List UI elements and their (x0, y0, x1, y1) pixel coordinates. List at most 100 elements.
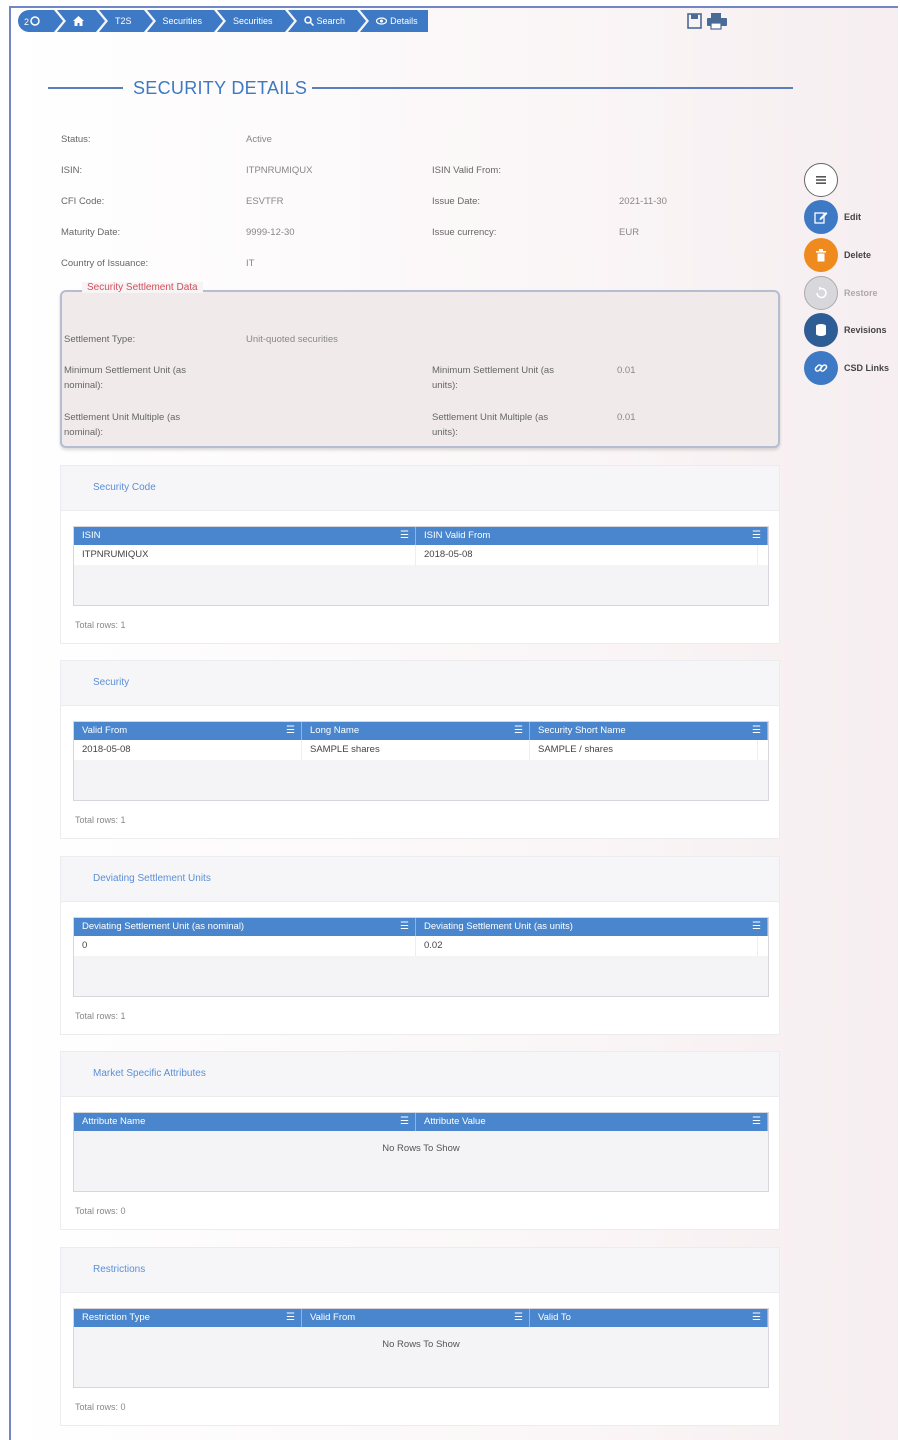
total-rows: Total rows: 1 (75, 815, 126, 825)
column-isin-valid-from-label: ISIN Valid From (424, 530, 491, 541)
panel-header: Security (61, 661, 779, 706)
column-menu-icon[interactable]: ☰ (514, 722, 523, 740)
cfi-code-label: CFI Code: (61, 196, 105, 207)
deviating-units-panel: Deviating Settlement Units Deviating Set… (60, 856, 780, 1035)
security-panel: Security Valid From ☰ Long Name ☰ Security… (60, 660, 780, 839)
cfi-code-value: ESVTFR (246, 196, 284, 207)
column-long-name[interactable]: Long Name ☰ (302, 722, 530, 740)
page-heading: SECURITY DETAILS (48, 78, 793, 98)
table-row[interactable]: ITPNRUMIQUX 2018-05-08 (74, 545, 768, 565)
column-menu-icon[interactable]: ☰ (286, 722, 295, 740)
column-isin[interactable]: ISIN ☰ (74, 527, 416, 545)
multiple-units-label: Settlement Unit Multiple (as units): (432, 410, 548, 440)
table-row[interactable]: 2018-05-08 SAMPLE shares SAMPLE / shares (74, 740, 768, 760)
column-menu-icon[interactable]: ☰ (514, 1309, 523, 1327)
column-menu-icon[interactable]: ☰ (400, 527, 409, 545)
column-isin-valid-from[interactable]: ISIN Valid From ☰ (416, 527, 768, 545)
table-row[interactable]: 0 0.02 (74, 936, 768, 956)
total-rows: Total rows: 1 (75, 620, 126, 630)
total-rows: Total rows: 0 (75, 1206, 126, 1216)
deviating-units-title[interactable]: Deviating Settlement Units (93, 873, 211, 884)
breadcrumb-search-label: Search (316, 16, 346, 26)
market-attributes-grid: Attribute Name ☰ Attribute Value ☰ No Rows… (73, 1112, 769, 1192)
issue-date-label: Issue Date: (432, 196, 481, 207)
min-unit-units-label-line2: units): (432, 380, 458, 391)
min-unit-nominal-label-line1: Minimum Settlement Unit (as (64, 365, 186, 376)
delete-button[interactable] (804, 238, 838, 272)
edit-label[interactable]: Edit (844, 212, 861, 222)
column-deviating-nominal[interactable]: Deviating Settlement Unit (as nominal) ☰ (74, 918, 416, 936)
column-attribute-name[interactable]: Attribute Name ☰ (74, 1113, 416, 1131)
column-valid-to[interactable]: Valid To ☰ (530, 1309, 768, 1327)
column-valid-from[interactable]: Valid From ☰ (74, 722, 302, 740)
column-menu-icon[interactable]: ☰ (752, 918, 761, 936)
no-rows-message: No Rows To Show (382, 1339, 460, 1350)
security-code-grid: ISIN ☰ ISIN Valid From ☰ ITPNRUMIQUX 2018-… (73, 526, 769, 606)
column-menu-icon[interactable]: ☰ (752, 722, 761, 740)
menu-button[interactable] (804, 163, 838, 197)
column-restriction-type[interactable]: Restriction Type ☰ (74, 1309, 302, 1327)
isin-value: ITPNRUMIQUX (246, 165, 313, 176)
column-short-name[interactable]: Security Short Name ☰ (530, 722, 768, 740)
column-valid-from[interactable]: Valid From ☰ (302, 1309, 530, 1327)
deviating-units-grid: Deviating Settlement Unit (as nominal) ☰ … (73, 917, 769, 997)
cell-isin: ITPNRUMIQUX (74, 545, 416, 565)
settlement-type-value: Unit-quoted securities (246, 334, 338, 345)
column-long-name-label: Long Name (310, 725, 360, 736)
country-label: Country of Issuance: (61, 258, 149, 269)
grid-header: ISIN ☰ ISIN Valid From ☰ (74, 527, 768, 545)
column-menu-icon[interactable]: ☰ (286, 1309, 295, 1327)
breadcrumb-item-search[interactable]: Search (287, 10, 366, 32)
restrictions-title[interactable]: Restrictions (93, 1264, 145, 1275)
edit-button[interactable] (804, 200, 838, 234)
restore-label[interactable]: Restore (844, 288, 878, 298)
column-menu-icon[interactable]: ☰ (752, 1309, 761, 1327)
list-icon (816, 176, 826, 184)
save-icon[interactable] (686, 12, 704, 30)
csd-links-button[interactable] (804, 351, 838, 385)
breadcrumb-nav-toggle[interactable]: 2 (18, 10, 63, 32)
column-restriction-type-label: Restriction Type (82, 1312, 150, 1323)
home-icon (73, 16, 84, 26)
column-attribute-value[interactable]: Attribute Value ☰ (416, 1113, 768, 1131)
column-deviating-nominal-label: Deviating Settlement Unit (as nominal) (82, 921, 245, 932)
settlement-type-label: Settlement Type: (64, 334, 136, 345)
top-toolbar (686, 12, 728, 30)
column-deviating-units-label: Deviating Settlement Unit (as units) (424, 921, 573, 932)
delete-label[interactable]: Delete (844, 250, 871, 260)
min-unit-nominal-label: Minimum Settlement Unit (as nominal): (64, 363, 186, 393)
restrictions-grid: Restriction Type ☰ Valid From ☰ Valid To ☰ … (73, 1308, 769, 1388)
restore-button[interactable] (804, 276, 838, 310)
column-deviating-units[interactable]: Deviating Settlement Unit (as units) ☰ (416, 918, 768, 936)
breadcrumb-item-securities[interactable]: Securities (146, 10, 223, 32)
column-menu-icon[interactable]: ☰ (400, 1113, 409, 1131)
security-title[interactable]: Security (93, 677, 129, 688)
column-attribute-value-label: Attribute Value (424, 1116, 486, 1127)
revisions-button[interactable] (804, 313, 838, 347)
grid-header: Restriction Type ☰ Valid From ☰ Valid To ☰ (74, 1309, 768, 1327)
multiple-units-value: 0.01 (617, 412, 636, 423)
breadcrumb: 2 T2S Securities Securities Search Detai… (18, 10, 431, 32)
panel-header: Deviating Settlement Units (61, 857, 779, 902)
breadcrumb-item-details[interactable]: Details (360, 10, 428, 32)
column-menu-icon[interactable]: ☰ (752, 1113, 761, 1131)
page-title: SECURITY DETAILS (133, 78, 308, 98)
market-attributes-title[interactable]: Market Specific Attributes (93, 1068, 206, 1079)
column-short-name-label: Security Short Name (538, 725, 626, 736)
security-code-panel: Security Code ISIN ☰ ISIN Valid From ☰ ITP… (60, 465, 780, 644)
isin-label: ISIN: (61, 165, 83, 176)
column-menu-icon[interactable]: ☰ (400, 918, 409, 936)
grid-header: Deviating Settlement Unit (as nominal) ☰ … (74, 918, 768, 936)
print-icon[interactable] (706, 12, 728, 30)
breadcrumb-item-t2s[interactable]: T2S (99, 10, 152, 32)
database-icon (816, 324, 826, 336)
security-code-title[interactable]: Security Code (93, 482, 156, 493)
breadcrumb-item-securities-2[interactable]: Securities (217, 10, 294, 32)
revisions-label[interactable]: Revisions (844, 325, 887, 335)
column-valid-from-label: Valid From (82, 725, 128, 736)
column-menu-icon[interactable]: ☰ (752, 527, 761, 545)
maturity-date-label: Maturity Date: (61, 227, 121, 238)
multiple-units-label-line2: units): (432, 427, 458, 438)
csd-links-label[interactable]: CSD Links (844, 363, 889, 373)
multiple-units-label-line1: Settlement Unit Multiple (as (432, 412, 549, 423)
